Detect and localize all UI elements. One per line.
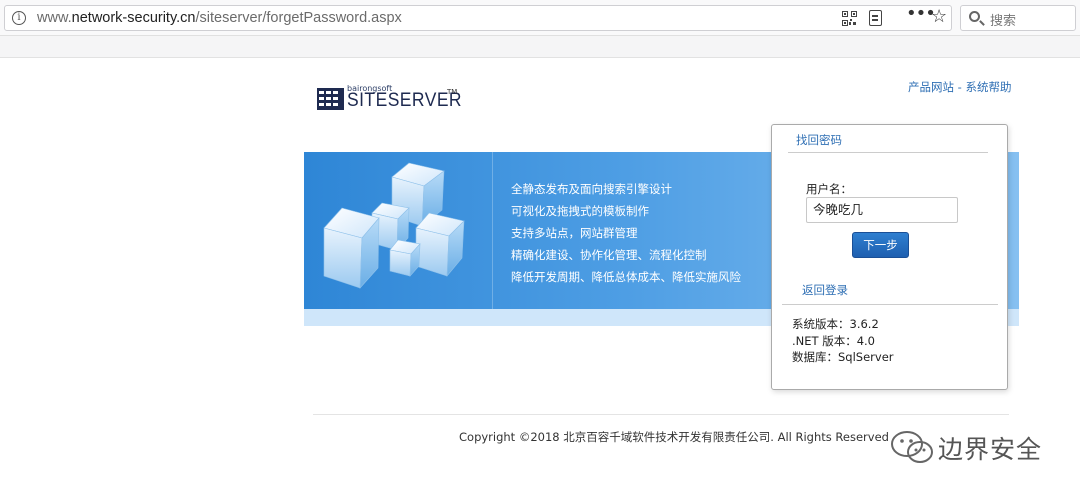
browser-search-input[interactable]: 搜索 <box>960 5 1076 31</box>
copyright-text: Copyright ©2018 北京百容千域软件技术开发有限责任公司. All … <box>459 430 889 444</box>
banner-divider <box>492 152 493 309</box>
username-label: 用户名： <box>806 182 852 196</box>
system-info: 系统版本：3.6.2 .NET 版本：4.0 数据库：SqlServer <box>792 316 894 366</box>
system-help-link[interactable]: 系统帮助 <box>965 80 1011 94</box>
forgot-password-panel: 找回密码 用户名： 今晚吃几 下一步 返回登录 系统版本：3.6.2 .NET … <box>771 124 1008 390</box>
feature-list: 全静态发布及面向搜索引擎设计 可视化及拖拽式的模板制作 支持多站点，网站群管理 … <box>511 178 741 288</box>
search-placeholder: 搜索 <box>990 14 1017 29</box>
footer-divider <box>313 414 1009 415</box>
url-prefix: www. <box>37 10 72 26</box>
bookmark-star-icon[interactable]: ☆ <box>931 5 947 29</box>
database-info: 数据库：SqlServer <box>792 350 894 364</box>
browser-toolbar: i www.network-security.cn/siteserver/for… <box>0 0 1080 36</box>
cubes-illustration <box>323 162 465 289</box>
back-to-login-link[interactable]: 返回登录 <box>802 282 848 298</box>
panel-title: 找回密码 <box>796 133 842 147</box>
product-site-link[interactable]: 产品网站 <box>908 80 954 94</box>
bookmarks-bar <box>0 36 1080 58</box>
next-step-button[interactable]: 下一步 <box>852 232 909 258</box>
feature-item: 降低开发周期、降低总体成本、降低实施风险 <box>511 270 741 284</box>
info-icon[interactable]: i <box>12 11 26 25</box>
feature-item: 精确化建设、协作化管理、流程化控制 <box>511 248 707 262</box>
feature-item: 可视化及拖拽式的模板制作 <box>511 204 649 218</box>
url-domain: network-security.cn <box>71 10 196 26</box>
logo-trademark: TM <box>447 88 458 96</box>
reader-view-icon[interactable] <box>869 10 882 26</box>
url-path: /siteserver/forgetPassword.aspx <box>195 10 402 26</box>
address-bar[interactable]: i www.network-security.cn/siteserver/for… <box>4 3 952 31</box>
net-version: .NET 版本：4.0 <box>792 333 875 348</box>
link-separator: - <box>954 80 966 94</box>
system-version: 系统版本：3.6.2 <box>792 317 879 331</box>
feature-item: 支持多站点，网站群管理 <box>511 226 638 240</box>
panel-divider <box>782 304 998 305</box>
search-icon <box>969 11 980 22</box>
top-links: 产品网站 - 系统帮助 <box>908 79 1011 95</box>
siteserver-logo: bairongsoft SITESERVER TM <box>317 84 467 114</box>
watermark: 边界安全 <box>890 428 1060 468</box>
panel-divider <box>788 152 988 153</box>
feature-item: 全静态发布及面向搜索引擎设计 <box>511 182 672 196</box>
logo-grid-icon <box>317 88 344 110</box>
watermark-text: 边界安全 <box>938 435 1043 464</box>
qr-code-icon[interactable] <box>842 11 857 26</box>
logo-title: SITESERVER <box>347 90 463 111</box>
username-input[interactable]: 今晚吃几 <box>806 197 958 223</box>
url-text[interactable]: www.network-security.cn/siteserver/forge… <box>37 6 402 30</box>
wechat-icon <box>891 431 933 463</box>
